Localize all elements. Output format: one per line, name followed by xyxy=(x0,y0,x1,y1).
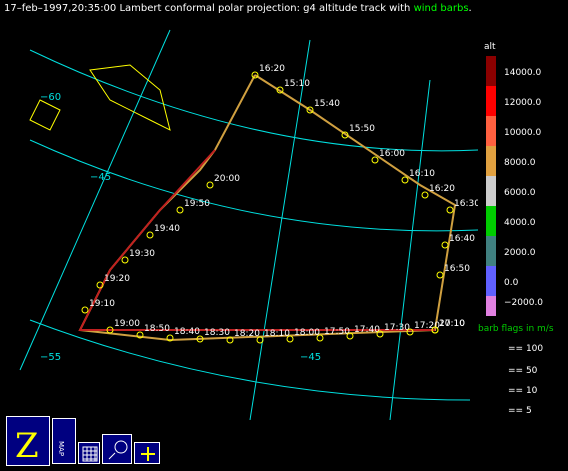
plus-icon xyxy=(141,447,155,461)
track-time-label: 16:20 xyxy=(429,184,455,194)
track-point xyxy=(441,241,449,249)
track-point xyxy=(401,176,409,184)
track-time-label: 18:30 xyxy=(204,328,230,338)
track-time-label: 18:50 xyxy=(144,324,170,334)
plus-button[interactable] xyxy=(134,442,160,464)
legend-title: alt xyxy=(484,42,496,52)
legend-tick: 10000.0 xyxy=(504,128,542,138)
color-bar xyxy=(486,236,496,266)
lon-line xyxy=(249,39,311,420)
lon-line xyxy=(389,79,431,420)
track-time-label: 16:40 xyxy=(449,234,475,244)
lon-line xyxy=(19,29,171,371)
track-time-label: 19:00 xyxy=(114,319,140,329)
map-view[interactable]: 16:20 15:10 15:40 15:50 16:00 16:10 16:20 16:30… xyxy=(0,0,478,420)
racket-button[interactable] xyxy=(102,434,132,464)
track-point xyxy=(256,336,264,344)
racket-icon xyxy=(108,440,128,460)
track-point xyxy=(206,181,214,189)
track-point xyxy=(371,156,379,164)
track-time-label: 19:10 xyxy=(89,299,115,309)
track-time-label: 18:10 xyxy=(264,329,290,339)
lat-line xyxy=(29,49,478,152)
barb-key: == 100 xyxy=(508,344,544,354)
barb-key: == 50 xyxy=(508,366,538,376)
track-time-label: 16:00 xyxy=(379,149,405,159)
altitude-legend: alt 14000.0 12000.0 10000.0 8000.0 6000.… xyxy=(478,40,568,420)
track-time-label: 18:40 xyxy=(174,327,200,337)
grid-button[interactable] xyxy=(78,442,100,464)
track-point xyxy=(286,335,294,343)
z-button[interactable]: Z xyxy=(6,416,50,466)
track-time-label: 16:50 xyxy=(444,264,470,274)
track-time-label: 17:30 xyxy=(384,323,410,333)
track-time-label: 16:10 xyxy=(409,169,435,179)
color-bar xyxy=(486,146,496,176)
track-low-segment xyxy=(78,149,435,331)
track-time-label: 16:20 xyxy=(259,64,285,74)
legend-tick: 6000.0 xyxy=(504,188,536,198)
lat-label: −55 xyxy=(40,352,61,363)
color-bar xyxy=(486,56,496,86)
track-time-label: 19:30 xyxy=(129,249,155,259)
track-time-label: 17:20 xyxy=(414,321,440,331)
color-bar xyxy=(486,116,496,146)
track-time-label: 17:50 xyxy=(324,327,350,337)
track-point xyxy=(316,334,324,342)
track-time-label: 15:10 xyxy=(284,79,310,89)
color-bar xyxy=(486,296,496,316)
track-points: 16:20 15:10 15:40 15:50 16:00 16:10 16:20 16:30… xyxy=(81,64,478,344)
legend-tick: 14000.0 xyxy=(504,68,542,78)
track-point xyxy=(446,206,454,214)
lon-label: −45 xyxy=(300,352,321,363)
track-time-label: 17:40 xyxy=(354,325,380,335)
track-time-label: 17:10 xyxy=(439,319,465,329)
track-point xyxy=(176,206,184,214)
track-time-label: 19:50 xyxy=(184,199,210,209)
track-point xyxy=(121,256,129,264)
color-bar xyxy=(486,266,496,296)
lat-label: −60 xyxy=(40,92,61,103)
track-time-label: 19:20 xyxy=(104,274,130,284)
flight-track xyxy=(78,74,457,342)
barb-key: == 5 xyxy=(508,406,532,416)
track-point xyxy=(421,191,429,199)
legend-tick: 8000.0 xyxy=(504,158,536,168)
color-bar xyxy=(486,176,496,206)
track-time-label: 15:40 xyxy=(314,99,340,109)
track-time-label: 18:00 xyxy=(294,328,320,338)
track-point xyxy=(436,271,444,279)
track-time-label: 20:00 xyxy=(214,174,240,184)
legend-tick: 12000.0 xyxy=(504,98,542,108)
lat-label: −45 xyxy=(90,172,111,183)
barbs-title: barb flags in m/s xyxy=(478,324,554,334)
track-point xyxy=(146,231,154,239)
map-button[interactable]: MAP xyxy=(52,418,76,464)
track-point xyxy=(81,306,89,314)
track-time-label: 15:50 xyxy=(349,124,375,134)
legend-tick: 4000.0 xyxy=(504,218,536,228)
track-time-label: 19:40 xyxy=(154,224,180,234)
track-time-label: 18:20 xyxy=(234,329,260,339)
track-time-label: 16:30 xyxy=(454,199,478,209)
lat-line xyxy=(29,139,478,232)
color-bar xyxy=(486,86,496,116)
legend-tick: 0.0 xyxy=(504,278,519,288)
grid-icon xyxy=(82,446,98,462)
z-letter: Z xyxy=(15,426,39,466)
barb-key: == 10 xyxy=(508,386,538,396)
color-bar xyxy=(486,206,496,236)
legend-tick: 2000.0 xyxy=(504,248,536,258)
legend-tick: −2000.0 xyxy=(504,298,544,308)
map-label: MAP xyxy=(57,441,65,456)
